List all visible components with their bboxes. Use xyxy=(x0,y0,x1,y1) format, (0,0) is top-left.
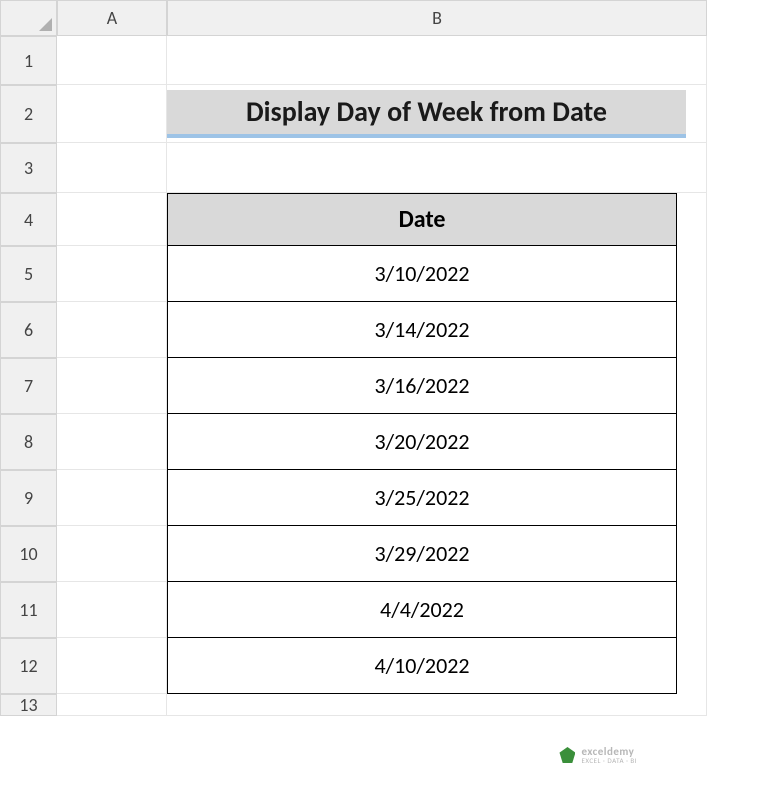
date-value: 3/10/2022 xyxy=(167,246,677,302)
watermark: exceldemy EXCEL · DATA · BI xyxy=(559,746,637,764)
title-banner: Display Day of Week from Date xyxy=(167,90,686,138)
cell-b9[interactable]: 3/25/2022 xyxy=(167,470,707,526)
cell-b4[interactable]: Date xyxy=(167,193,707,246)
cell-b8[interactable]: 3/20/2022 xyxy=(167,414,707,470)
row-header-12[interactable]: 12 xyxy=(0,638,57,694)
watermark-sub: EXCEL · DATA · BI xyxy=(581,757,637,764)
cell-a7[interactable] xyxy=(57,358,167,414)
cell-a12[interactable] xyxy=(57,638,167,694)
cell-a6[interactable] xyxy=(57,302,167,358)
column-header-a[interactable]: A xyxy=(57,0,167,36)
date-value: 3/29/2022 xyxy=(167,526,677,582)
spreadsheet-grid: A B 1 2 Display Day of Week from Date 3 … xyxy=(0,0,767,716)
row-header-8[interactable]: 8 xyxy=(0,414,57,470)
cell-a9[interactable] xyxy=(57,470,167,526)
date-value: 3/14/2022 xyxy=(167,302,677,358)
row-header-11[interactable]: 11 xyxy=(0,582,57,638)
cell-b13[interactable] xyxy=(167,694,707,716)
date-value: 3/20/2022 xyxy=(167,414,677,470)
cell-a3[interactable] xyxy=(57,143,167,193)
cell-b5[interactable]: 3/10/2022 xyxy=(167,246,707,302)
row-header-3[interactable]: 3 xyxy=(0,143,57,193)
date-table-header: Date xyxy=(167,193,677,246)
row-header-5[interactable]: 5 xyxy=(0,246,57,302)
select-all-corner[interactable] xyxy=(0,0,57,36)
row-header-10[interactable]: 10 xyxy=(0,526,57,582)
row-header-2[interactable]: 2 xyxy=(0,85,57,143)
cell-b7[interactable]: 3/16/2022 xyxy=(167,358,707,414)
cell-a11[interactable] xyxy=(57,582,167,638)
date-value: 4/10/2022 xyxy=(167,638,677,694)
row-header-6[interactable]: 6 xyxy=(0,302,57,358)
exceldemy-logo-icon xyxy=(559,747,575,763)
cell-b6[interactable]: 3/14/2022 xyxy=(167,302,707,358)
cell-b2[interactable]: Display Day of Week from Date xyxy=(167,85,707,143)
date-value: 3/25/2022 xyxy=(167,470,677,526)
cell-a8[interactable] xyxy=(57,414,167,470)
cell-b1[interactable] xyxy=(167,36,707,85)
cell-b10[interactable]: 3/29/2022 xyxy=(167,526,707,582)
cell-a2[interactable] xyxy=(57,85,167,143)
cell-a5[interactable] xyxy=(57,246,167,302)
cell-a10[interactable] xyxy=(57,526,167,582)
date-value: 3/16/2022 xyxy=(167,358,677,414)
row-header-9[interactable]: 9 xyxy=(0,470,57,526)
row-header-7[interactable]: 7 xyxy=(0,358,57,414)
cell-b11[interactable]: 4/4/2022 xyxy=(167,582,707,638)
cell-a13[interactable] xyxy=(57,694,167,716)
watermark-text: exceldemy EXCEL · DATA · BI xyxy=(581,746,637,764)
cell-b12[interactable]: 4/10/2022 xyxy=(167,638,707,694)
cell-b3[interactable] xyxy=(167,143,707,193)
cell-a4[interactable] xyxy=(57,193,167,246)
row-header-1[interactable]: 1 xyxy=(0,36,57,85)
row-header-13[interactable]: 13 xyxy=(0,694,57,716)
cell-a1[interactable] xyxy=(57,36,167,85)
column-header-b[interactable]: B xyxy=(167,0,707,36)
date-value: 4/4/2022 xyxy=(167,582,677,638)
row-header-4[interactable]: 4 xyxy=(0,193,57,246)
